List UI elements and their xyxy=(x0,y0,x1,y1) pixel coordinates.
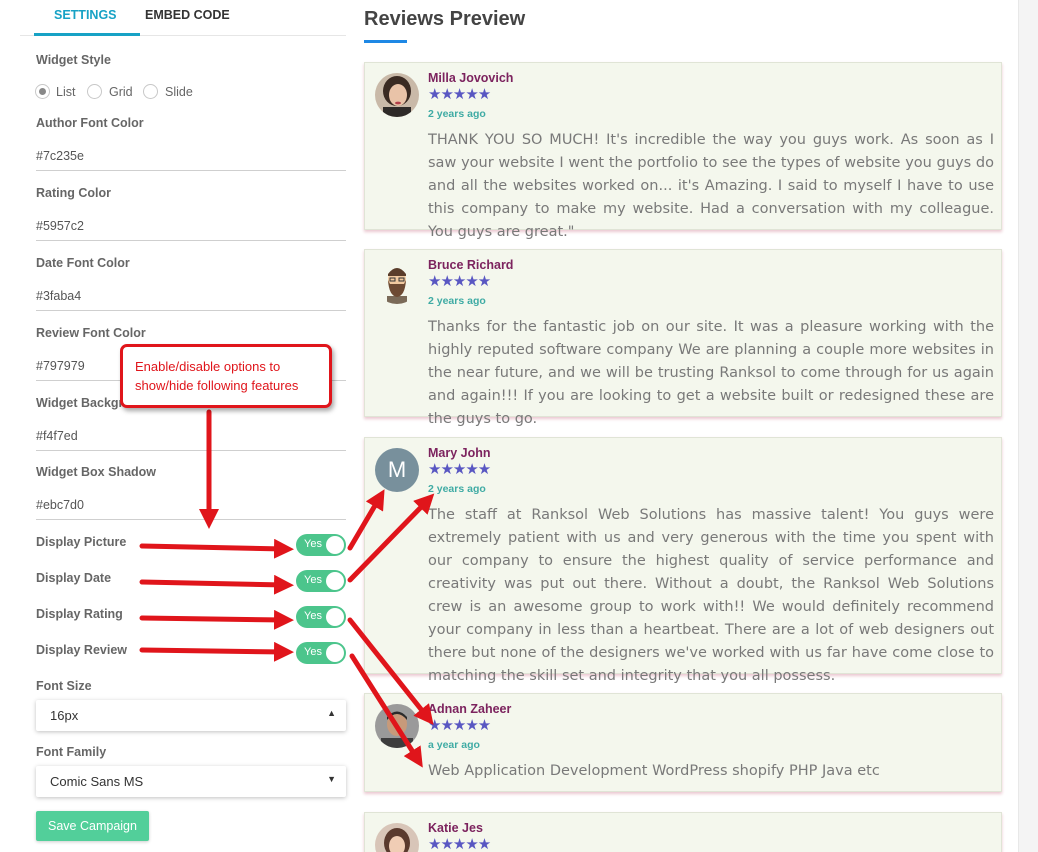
avatar xyxy=(375,260,419,304)
title-underline xyxy=(364,40,407,43)
widget-background-label: Widget Backgr xyxy=(36,396,124,410)
review-date: a year ago xyxy=(428,739,480,751)
radio-grid-label: Grid xyxy=(109,85,133,99)
review-text: THANK YOU SO MUCH! It's incredible the w… xyxy=(428,132,994,240)
toggle-knob xyxy=(326,572,344,590)
review-card: Milla Jovovich ★★★★★ 2 years ago THANK Y… xyxy=(364,62,1002,240)
toggle-knob xyxy=(326,536,344,554)
rating-stars: ★★★★★ xyxy=(428,717,491,734)
woman-photo-icon xyxy=(375,823,419,852)
toggle-yes-text: Yes xyxy=(304,646,322,658)
review-date: 2 years ago xyxy=(428,108,486,120)
review-date: 2 years ago xyxy=(428,483,486,495)
initial-avatar: M xyxy=(375,448,419,492)
avatar xyxy=(375,823,419,852)
scroll-edge xyxy=(1018,0,1038,852)
review-card: Bruce Richard ★★★★★ 2 years ago Thanks f… xyxy=(364,249,1002,427)
display-rating-toggle[interactable]: Yes xyxy=(296,606,346,628)
review-card: Katie Jes ★★★★★ xyxy=(364,812,1002,852)
author-font-color-input[interactable] xyxy=(36,141,346,171)
font-family-select[interactable]: Comic Sans MS ▼ xyxy=(36,766,346,797)
review-font-color-label: Review Font Color xyxy=(36,326,146,340)
font-size-select[interactable]: 16px ▲ xyxy=(36,700,346,731)
review-card: M Mary John ★★★★★ 2 years ago The staff … xyxy=(364,437,1002,684)
font-size-value: 16px xyxy=(50,708,79,723)
display-date-label: Display Date xyxy=(36,571,112,585)
review-author: Mary John xyxy=(428,446,491,460)
rating-stars: ★★★★★ xyxy=(428,836,491,852)
review-author: Bruce Richard xyxy=(428,258,514,272)
date-font-color-input[interactable] xyxy=(36,281,346,311)
save-campaign-button[interactable]: Save Campaign xyxy=(36,811,149,841)
tab-settings[interactable]: SETTINGS xyxy=(54,8,117,22)
rating-color-label: Rating Color xyxy=(36,186,111,200)
date-font-color-label: Date Font Color xyxy=(36,256,130,270)
rating-stars: ★★★★★ xyxy=(428,86,491,103)
radio-grid[interactable] xyxy=(87,84,102,99)
display-review-toggle[interactable]: Yes xyxy=(296,642,346,664)
page-title: Reviews Preview xyxy=(364,8,526,30)
radio-slide-label: Slide xyxy=(165,85,193,99)
toggle-yes-text: Yes xyxy=(304,574,322,586)
toggle-knob xyxy=(326,644,344,662)
man-photo-icon xyxy=(375,704,419,748)
radio-list[interactable] xyxy=(35,84,50,99)
avatar xyxy=(375,73,419,117)
review-author: Milla Jovovich xyxy=(428,71,514,85)
rating-stars: ★★★★★ xyxy=(428,273,491,290)
display-date-toggle[interactable]: Yes xyxy=(296,570,346,592)
display-picture-label: Display Picture xyxy=(36,535,127,549)
toggle-yes-text: Yes xyxy=(304,538,322,550)
review-text: Thanks for the fantastic job on our site… xyxy=(428,319,994,427)
radio-list-label: List xyxy=(56,85,76,99)
widget-box-shadow-input[interactable] xyxy=(36,490,346,520)
review-card: Adnan Zaheer ★★★★★ a year ago Web Applic… xyxy=(364,693,1002,792)
review-author: Adnan Zaheer xyxy=(428,702,512,716)
toggle-knob xyxy=(326,608,344,626)
radio-slide[interactable] xyxy=(143,84,158,99)
settings-panel: SETTINGS EMBED CODE Widget Style List Gr… xyxy=(20,0,354,852)
tab-embed-code[interactable]: EMBED CODE xyxy=(145,8,230,22)
settings-tabs: SETTINGS EMBED CODE xyxy=(20,0,346,36)
widget-background-input[interactable] xyxy=(36,421,346,451)
display-picture-toggle[interactable]: Yes xyxy=(296,534,346,556)
caret-down-icon: ▼ xyxy=(327,774,336,784)
toggle-yes-text: Yes xyxy=(304,610,322,622)
active-tab-indicator xyxy=(34,33,140,36)
review-text: Web Application Development WordPress sh… xyxy=(428,763,880,779)
rating-color-input[interactable] xyxy=(36,211,346,241)
widget-style-label: Widget Style xyxy=(36,53,111,67)
widget-box-shadow-label: Widget Box Shadow xyxy=(36,465,157,479)
rating-stars: ★★★★★ xyxy=(428,461,491,478)
annotation-callout: Enable/disable options to show/hide foll… xyxy=(120,344,332,408)
avatar xyxy=(375,704,419,748)
display-rating-label: Display Rating xyxy=(36,607,123,621)
woman-photo-icon xyxy=(375,73,419,117)
author-font-color-label: Author Font Color xyxy=(36,116,144,130)
bearded-man-icon xyxy=(375,260,419,304)
font-family-value: Comic Sans MS xyxy=(50,774,144,789)
review-date: 2 years ago xyxy=(428,295,486,307)
font-family-label: Font Family xyxy=(36,745,107,759)
caret-up-icon: ▲ xyxy=(327,708,336,718)
display-review-label: Display Review xyxy=(36,643,128,657)
font-size-label: Font Size xyxy=(36,679,92,693)
review-text: The staff at Ranksol Web Solutions has m… xyxy=(428,507,994,684)
review-author: Katie Jes xyxy=(428,821,483,835)
